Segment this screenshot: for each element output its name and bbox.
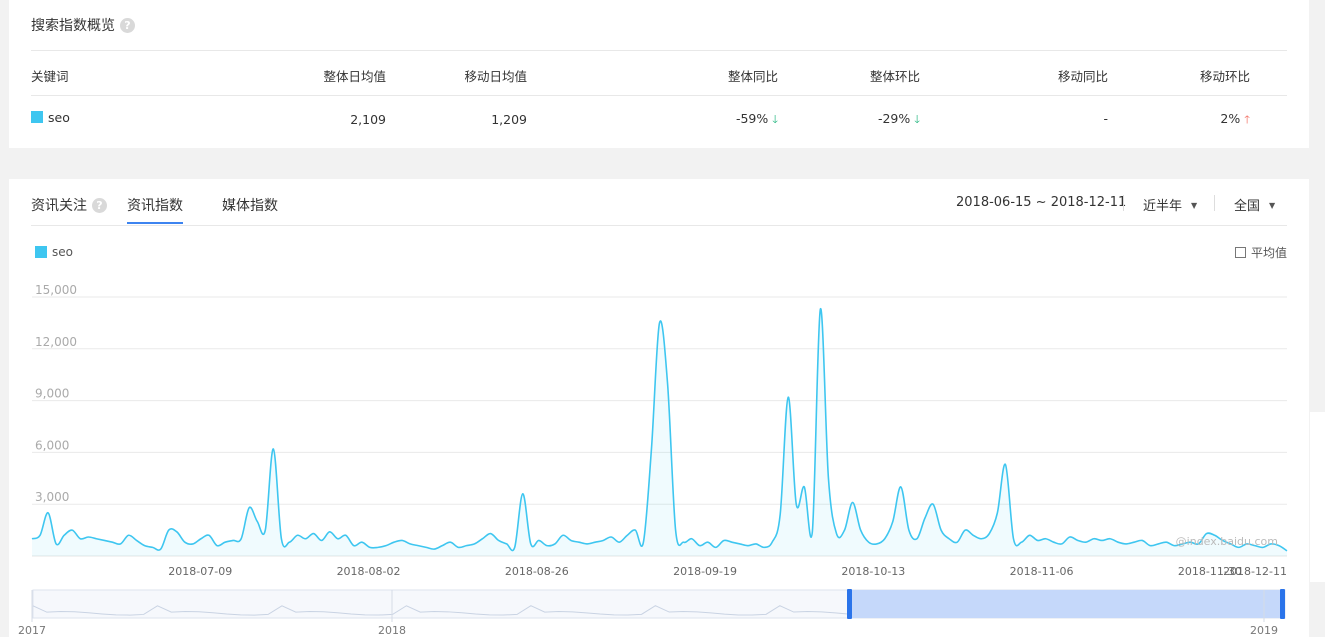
y-tick-label: 15,000 xyxy=(35,283,77,297)
navigator-selection[interactable] xyxy=(849,590,1283,618)
navigator-handle-left[interactable] xyxy=(847,589,852,619)
x-tick-label: 2018-08-02 xyxy=(337,565,401,578)
side-toolbar xyxy=(1310,412,1325,582)
x-tick-label: 2018-08-26 xyxy=(505,565,569,578)
navigator-year-label: 2017 xyxy=(18,624,46,637)
y-tick-label: 9,000 xyxy=(35,387,69,401)
y-tick-label: 6,000 xyxy=(35,438,69,452)
y-tick-label: 3,000 xyxy=(35,490,69,504)
x-tick-label: 2018-07-09 xyxy=(168,565,232,578)
x-tick-label: 2018-12-11 xyxy=(1223,565,1287,578)
x-tick-label: 2018-10-13 xyxy=(841,565,905,578)
x-tick-label: 2018-11-06 xyxy=(1010,565,1074,578)
series-area xyxy=(32,308,1287,556)
y-tick-label: 12,000 xyxy=(35,335,77,349)
navigator-year-label: 2018 xyxy=(378,624,406,637)
watermark: @index.baidu.com xyxy=(1176,535,1278,548)
news-index-chart[interactable]: 3,000 6,000 9,000 12,000 15,000 2018-07-09 20… xyxy=(0,0,1325,637)
navigator-handle-right[interactable] xyxy=(1280,589,1285,619)
x-tick-label: 2018-09-19 xyxy=(673,565,737,578)
navigator-year-label: 2019 xyxy=(1250,624,1278,637)
